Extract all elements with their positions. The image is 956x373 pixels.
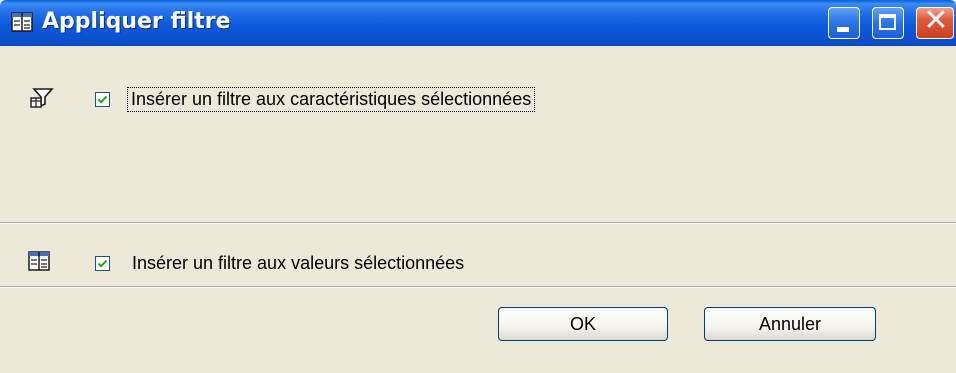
option-label-characteristics[interactable]: Insérer un filtre aux caractéristiques s… bbox=[126, 87, 536, 112]
apply-filter-dialog: Appliquer filtre ✕ Insérer un filtre aux… bbox=[0, 0, 956, 373]
close-icon: ✕ bbox=[923, 3, 949, 38]
separator bbox=[0, 286, 956, 288]
title-bar[interactable]: Appliquer filtre ✕ bbox=[0, 0, 956, 46]
checkmark-icon bbox=[97, 95, 108, 104]
minimize-icon bbox=[837, 27, 849, 32]
separator bbox=[0, 222, 956, 224]
close-button[interactable]: ✕ bbox=[916, 3, 954, 39]
window-title: Appliquer filtre bbox=[42, 9, 231, 34]
maximize-button[interactable] bbox=[872, 7, 904, 39]
checkbox-filter-values[interactable] bbox=[95, 256, 110, 271]
minimize-button[interactable] bbox=[828, 7, 860, 39]
ok-button[interactable]: OK bbox=[498, 307, 668, 341]
maximize-icon bbox=[879, 14, 896, 30]
filter-table-icon bbox=[11, 12, 33, 32]
option-label-values[interactable]: Insérer un filtre aux valeurs sélectionn… bbox=[132, 253, 464, 274]
filter-table-icon bbox=[28, 251, 50, 271]
checkbox-filter-characteristics[interactable] bbox=[95, 92, 110, 107]
checkmark-icon bbox=[97, 259, 108, 268]
filter-funnel-icon bbox=[30, 88, 54, 108]
cancel-button[interactable]: Annuler bbox=[704, 307, 876, 341]
